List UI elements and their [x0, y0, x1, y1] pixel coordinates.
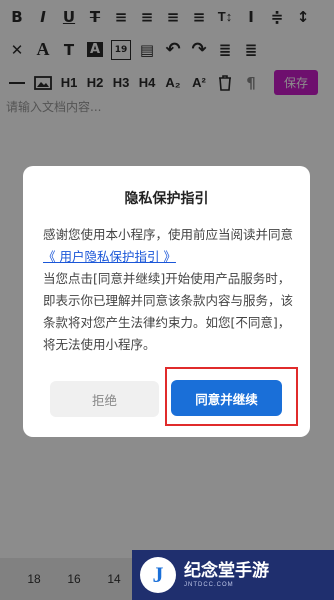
watermark-logo-icon: J [140, 557, 176, 593]
dialog-title: 隐私保护指引 [124, 191, 209, 207]
watermark-text-group: 纪念堂手游 JNTDCC.COM [184, 562, 269, 588]
watermark-title: 纪念堂手游 [184, 561, 269, 581]
intro-text: 感谢您使用本小程序，使用前应当阅读并同意 [43, 227, 294, 242]
terms-text: 当您点击[同意并继续]开始使用产品服务时，即表示你已理解并同意该条款内容与服务，… [43, 271, 294, 352]
reject-button[interactable]: 拒绝 [50, 381, 159, 417]
annotation-highlight-box [165, 367, 298, 426]
site-watermark: J 纪念堂手游 JNTDCC.COM [132, 550, 334, 600]
dialog-body: 感谢您使用本小程序，使用前应当阅读并同意《 用户隐私保护指引 》 当您点击[同意… [43, 224, 295, 356]
watermark-logo-letter: J [152, 562, 164, 587]
privacy-policy-link[interactable]: 《 用户隐私保护指引 》 [43, 249, 176, 264]
watermark-subtitle: JNTDCC.COM [184, 582, 234, 588]
